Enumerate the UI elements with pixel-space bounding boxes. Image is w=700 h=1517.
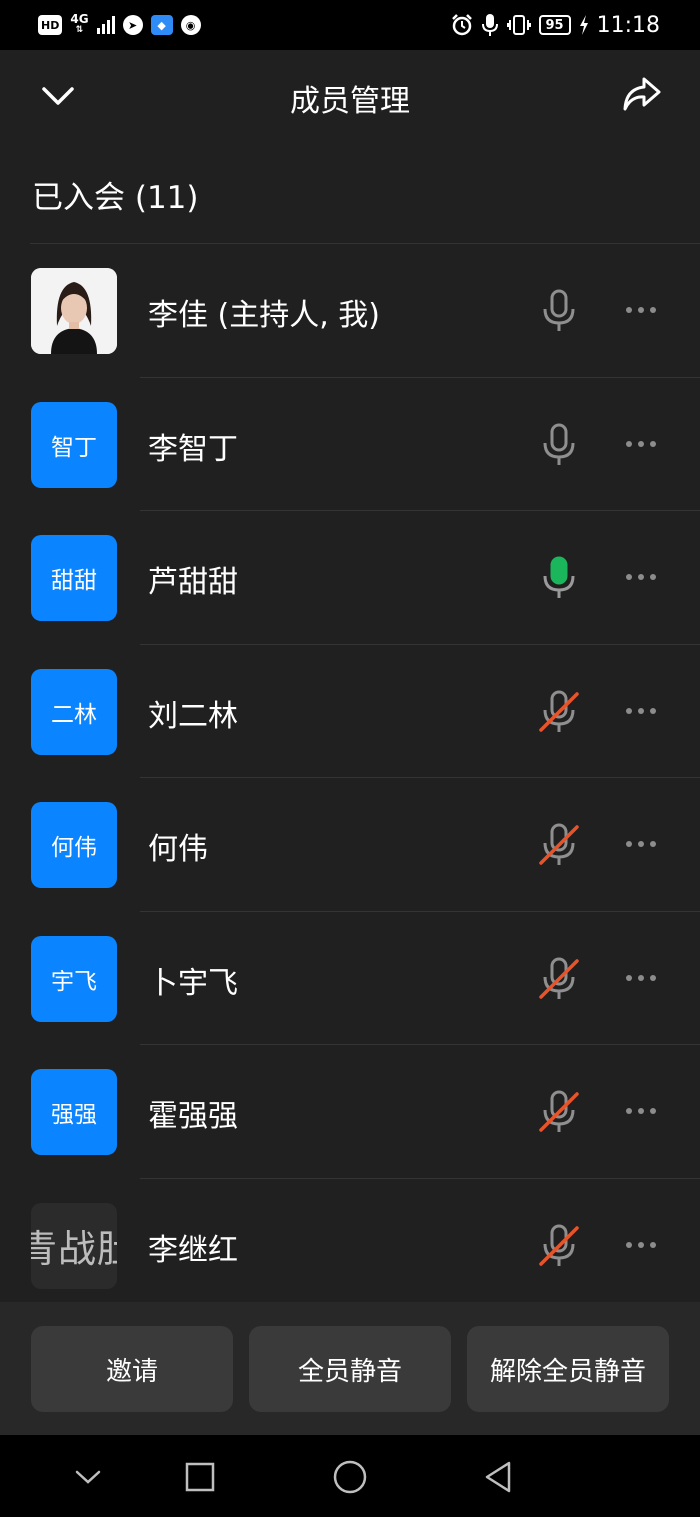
avatar-text: 甜甜 xyxy=(51,568,97,594)
more-icon[interactable] xyxy=(616,691,666,731)
microphone-muted-icon[interactable] xyxy=(536,1223,582,1269)
avatar: 何伟 xyxy=(31,802,117,888)
hd-icon: HD xyxy=(38,15,63,35)
network-type: 4G ⇅ xyxy=(70,12,89,36)
microphone-icon[interactable] xyxy=(536,422,582,468)
circle-icon xyxy=(333,1460,367,1494)
avatar: 强强 xyxy=(31,1069,117,1155)
shield-icon: ◆ xyxy=(150,15,173,35)
member-name: 卜宇飞 xyxy=(148,965,238,1001)
joined-count-label: 已入会 (11) xyxy=(32,180,199,216)
member-name: 李继红 xyxy=(148,1232,238,1268)
invite-button[interactable]: 邀请 xyxy=(31,1326,233,1412)
member-name: 李佳 (主持人, 我) xyxy=(148,298,381,333)
avatar xyxy=(31,268,117,354)
avatar: 二林 xyxy=(31,668,117,755)
avatar-text: 二林 xyxy=(51,701,97,728)
member-name: 李智丁 xyxy=(148,431,238,467)
more-icon[interactable] xyxy=(616,1225,666,1265)
more-icon[interactable] xyxy=(616,290,666,330)
battery-icon: 95 xyxy=(538,15,571,35)
avatar-text: 青战肚 xyxy=(31,1227,117,1271)
member-row[interactable]: 李佳 (主持人, 我) xyxy=(0,244,700,378)
battery-level: 95 xyxy=(545,17,564,33)
avatar: 智丁 xyxy=(31,401,117,488)
microphone-status-icon xyxy=(481,14,498,36)
member-row[interactable]: 宇飞 卜宇飞 xyxy=(0,912,700,1045)
network-type-label: 4G xyxy=(70,12,89,26)
microphone-muted-icon[interactable] xyxy=(536,822,582,868)
clock: 11:18 xyxy=(596,12,660,38)
microphone-icon[interactable] xyxy=(536,555,582,601)
avatar: 宇飞 xyxy=(31,935,117,1022)
avatar-text: 强强 xyxy=(51,1102,97,1128)
profile-photo-icon xyxy=(31,268,117,354)
status-bar: HD 4G ⇅ ➤ ◆ ◉ 95 11:18 xyxy=(0,0,700,50)
member-management-screen: 成员管理 已入会 (11) 李佳 (主持人, 我) 智丁 李智丁甜甜 芦甜甜二林 刘二林… xyxy=(0,50,700,1435)
vibrate-icon xyxy=(506,15,531,35)
mute-all-button[interactable]: 全员静音 xyxy=(249,1326,451,1412)
share-icon xyxy=(623,77,661,111)
share-button[interactable] xyxy=(618,70,666,118)
alarm-icon xyxy=(451,14,472,36)
nav-home-button[interactable] xyxy=(328,1455,372,1499)
avatar-text: 何伟 xyxy=(51,835,97,861)
unmute-all-button[interactable]: 解除全员静音 xyxy=(467,1326,669,1412)
system-nav-bar xyxy=(0,1435,700,1517)
microphone-muted-icon[interactable] xyxy=(536,689,582,735)
nav-recents-button[interactable] xyxy=(178,1455,222,1499)
member-name: 芦甜甜 xyxy=(148,565,238,600)
status-bar-right: 95 11:18 xyxy=(451,12,660,38)
top-bar: 成员管理 xyxy=(0,50,700,142)
charging-icon xyxy=(579,15,588,35)
member-row[interactable]: 甜甜 芦甜甜 xyxy=(0,511,700,645)
more-icon[interactable] xyxy=(616,958,666,998)
member-name: 何伟 xyxy=(148,832,208,867)
avatar-text: 宇飞 xyxy=(51,968,97,995)
member-row[interactable]: 何伟 何伟 xyxy=(0,778,700,912)
member-list: 李佳 (主持人, 我) 智丁 李智丁甜甜 芦甜甜二林 刘二林何伟 何伟宇飞 卜宇飞强强 霍强强… xyxy=(0,244,700,1302)
member-row[interactable]: 青战肚李继红 xyxy=(0,1179,700,1303)
app-notification-icon: ➤ xyxy=(122,15,143,35)
triangle-back-icon xyxy=(485,1461,511,1493)
nav-hide-button[interactable] xyxy=(66,1455,110,1499)
action-bar: 邀请 全员静音 解除全员静音 xyxy=(0,1302,700,1435)
member-row[interactable]: 智丁 李智丁 xyxy=(0,378,700,511)
microphone-icon[interactable] xyxy=(536,288,582,334)
more-icon[interactable] xyxy=(616,1091,666,1131)
data-arrows-icon: ⇅ xyxy=(75,25,84,35)
member-name: 刘二林 xyxy=(148,698,238,734)
avatar: 甜甜 xyxy=(31,535,117,621)
more-icon[interactable] xyxy=(616,557,666,597)
microphone-muted-icon[interactable] xyxy=(536,1089,582,1135)
member-row[interactable]: 强强 霍强强 xyxy=(0,1045,700,1179)
avatar: 青战肚 xyxy=(31,1202,117,1289)
member-row[interactable]: 二林 刘二林 xyxy=(0,645,700,778)
chevron-down-icon xyxy=(75,1470,101,1484)
more-icon[interactable] xyxy=(616,824,666,864)
microphone-muted-icon[interactable] xyxy=(536,956,582,1002)
status-bar-left: HD 4G ⇅ ➤ ◆ ◉ xyxy=(38,12,201,36)
page-title: 成员管理 xyxy=(290,84,410,119)
signal-icon xyxy=(96,16,115,34)
avatar-text: 智丁 xyxy=(51,434,97,461)
profile-icon: ◉ xyxy=(180,15,201,35)
more-icon[interactable] xyxy=(616,424,666,464)
member-name: 霍强强 xyxy=(148,1099,238,1134)
square-icon xyxy=(185,1462,215,1492)
nav-back-button[interactable] xyxy=(476,1455,520,1499)
